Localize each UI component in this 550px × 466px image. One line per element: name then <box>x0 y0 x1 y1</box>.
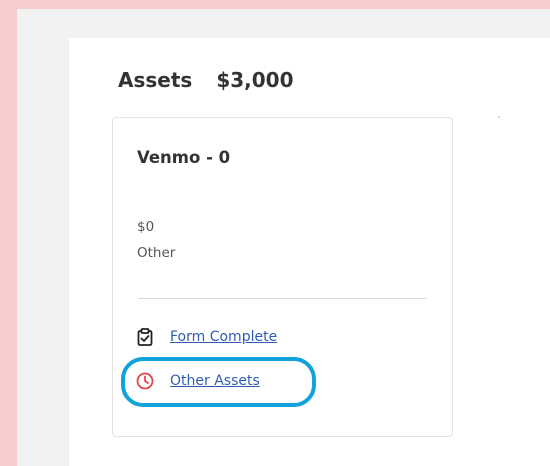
assets-label: Assets <box>118 68 193 92</box>
assets-header: Assets $3,000 <box>118 68 294 92</box>
form-complete-link[interactable]: Form Complete <box>170 329 277 345</box>
clipboard-check-icon <box>135 327 155 347</box>
asset-type: Other <box>137 245 176 261</box>
asset-amount: $0 <box>137 219 155 235</box>
decorative-dot <box>498 116 500 118</box>
form-complete-row: Form Complete <box>135 327 277 347</box>
annotation-highlight-ring <box>121 357 316 407</box>
card-divider <box>138 298 427 299</box>
assets-total: $3,000 <box>216 68 294 92</box>
asset-card-title: Venmo - 0 <box>137 148 231 167</box>
